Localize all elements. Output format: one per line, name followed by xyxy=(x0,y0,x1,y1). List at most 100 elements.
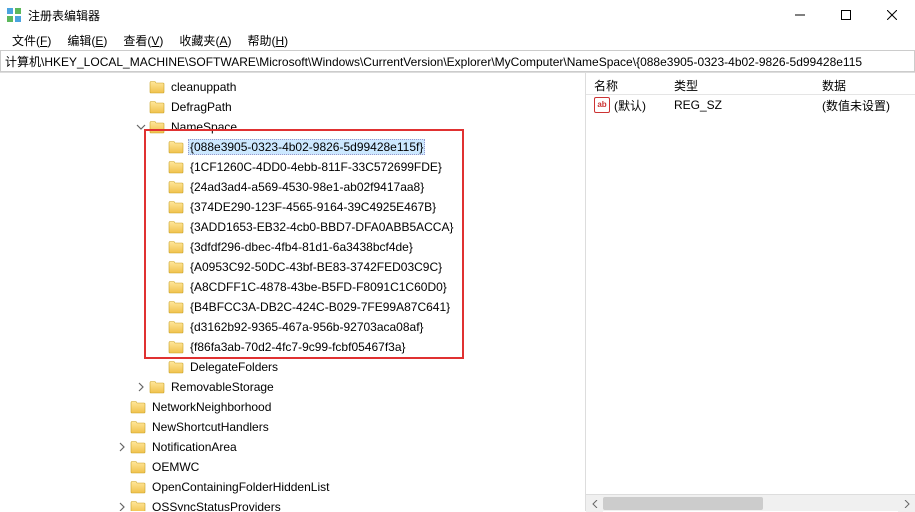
tree-item[interactable]: NewShortcutHandlers xyxy=(0,417,585,437)
tree-item-label: NetworkNeighborhood xyxy=(150,399,273,415)
tree-item-label: OpenContainingFolderHiddenList xyxy=(150,479,331,495)
menu-favorites[interactable]: 收藏夹(A) xyxy=(171,30,239,51)
tree-item[interactable]: {1CF1260C-4DD0-4ebb-811F-33C572699FDE} xyxy=(0,157,585,177)
tree-item-label: {3ADD1653-EB32-4cb0-BBD7-DFA0ABB5ACCA} xyxy=(188,219,455,235)
tree-item[interactable]: OEMWC xyxy=(0,457,585,477)
value-row[interactable]: ab(默认) REG_SZ (数值未设置) xyxy=(586,95,915,115)
values-list[interactable]: ab(默认) REG_SZ (数值未设置) xyxy=(586,95,915,494)
tree-item-label: RemovableStorage xyxy=(169,379,276,395)
folder-icon xyxy=(130,400,146,414)
tree-item-label: {374DE290-123F-4565-9164-39C4925E467B} xyxy=(188,199,438,215)
folder-icon xyxy=(168,140,184,154)
tree-item-label: {f86fa3ab-70d2-4fc7-9c99-fcbf05467f3a} xyxy=(188,339,408,355)
folder-icon xyxy=(168,260,184,274)
scroll-thumb[interactable] xyxy=(603,497,763,510)
maximize-button[interactable] xyxy=(823,0,869,30)
expand-icon[interactable] xyxy=(133,379,149,395)
tree-item-label: NewShortcutHandlers xyxy=(150,419,271,435)
tree-item[interactable]: {088e3905-0323-4b02-9826-5d99428e115f} xyxy=(0,137,585,157)
col-header-name[interactable]: 名称 xyxy=(586,73,666,94)
string-value-icon: ab xyxy=(594,97,610,113)
title-bar: 注册表编辑器 xyxy=(0,0,915,30)
folder-icon xyxy=(130,500,146,511)
tree-item-label: {B4BFCC3A-DB2C-424C-B029-7FE99A87C641} xyxy=(188,299,452,315)
folder-icon xyxy=(168,360,184,374)
folder-icon xyxy=(168,200,184,214)
col-header-data[interactable]: 数据 xyxy=(814,73,915,94)
tree-item-label: {1CF1260C-4DD0-4ebb-811F-33C572699FDE} xyxy=(188,159,444,175)
tree-item[interactable]: {d3162b92-9365-467a-956b-92703aca08af} xyxy=(0,317,585,337)
tree-item-label: NotificationArea xyxy=(150,439,239,455)
tree-item-label: OEMWC xyxy=(150,459,201,475)
folder-icon xyxy=(149,120,165,134)
tree-item-label: NameSpace xyxy=(169,119,239,135)
folder-icon xyxy=(149,80,165,94)
tree-item[interactable]: {A8CDFF1C-4878-43be-B5FD-F8091C1C60D0} xyxy=(0,277,585,297)
scroll-left-button[interactable] xyxy=(586,495,603,512)
tree-item-label: {3dfdf296-dbec-4fb4-81d1-6a3438bcf4de} xyxy=(188,239,415,255)
value-data: (数值未设置) xyxy=(822,97,890,114)
col-header-type[interactable]: 类型 xyxy=(666,73,814,94)
scroll-right-button[interactable] xyxy=(898,495,915,512)
tree-item-label: {A8CDFF1C-4878-43be-B5FD-F8091C1C60D0} xyxy=(188,279,449,295)
tree-item-label: DelegateFolders xyxy=(188,359,280,375)
values-pane: 名称 类型 数据 ab(默认) REG_SZ (数值未设置) xyxy=(586,73,915,511)
tree-item-label: {24ad3ad4-a569-4530-98e1-ab02f9417aa8} xyxy=(188,179,426,195)
folder-icon xyxy=(168,160,184,174)
tree-item[interactable]: cleanuppath xyxy=(0,77,585,97)
folder-icon xyxy=(168,240,184,254)
tree-item[interactable]: {A0953C92-50DC-43bf-BE83-3742FED03C9C} xyxy=(0,257,585,277)
tree-item[interactable]: OpenContainingFolderHiddenList xyxy=(0,477,585,497)
expand-icon[interactable] xyxy=(114,499,130,511)
folder-icon xyxy=(130,460,146,474)
folder-icon xyxy=(168,180,184,194)
expand-icon[interactable] xyxy=(114,439,130,455)
value-type: REG_SZ xyxy=(674,98,722,112)
address-text: 计算机\HKEY_LOCAL_MACHINE\SOFTWARE\Microsof… xyxy=(5,53,862,70)
horizontal-scrollbar[interactable] xyxy=(586,494,915,511)
tree-item-label: {A0953C92-50DC-43bf-BE83-3742FED03C9C} xyxy=(188,259,444,275)
tree-item[interactable]: {f86fa3ab-70d2-4fc7-9c99-fcbf05467f3a} xyxy=(0,337,585,357)
folder-icon xyxy=(149,100,165,114)
menu-edit[interactable]: 编辑(E) xyxy=(59,30,115,51)
tree-item[interactable]: DelegateFolders xyxy=(0,357,585,377)
folder-icon xyxy=(168,320,184,334)
values-header: 名称 类型 数据 xyxy=(586,73,915,95)
folder-icon xyxy=(149,380,165,394)
tree-item[interactable]: NameSpace xyxy=(0,117,585,137)
window-title: 注册表编辑器 xyxy=(28,7,777,24)
folder-icon xyxy=(168,220,184,234)
value-name: (默认) xyxy=(614,97,646,114)
menu-file[interactable]: 文件(F) xyxy=(4,30,59,51)
tree-item[interactable]: {24ad3ad4-a569-4530-98e1-ab02f9417aa8} xyxy=(0,177,585,197)
tree-item-label: OSSyncStatusProviders xyxy=(150,499,283,511)
tree-item-label: {d3162b92-9365-467a-956b-92703aca08af} xyxy=(188,319,426,335)
folder-icon xyxy=(130,480,146,494)
collapse-icon[interactable] xyxy=(133,119,149,135)
folder-icon xyxy=(168,300,184,314)
folder-icon xyxy=(168,340,184,354)
tree-item[interactable]: {3dfdf296-dbec-4fb4-81d1-6a3438bcf4de} xyxy=(0,237,585,257)
regedit-app-icon xyxy=(6,7,22,23)
content-area: cleanuppath DefragPath NameSpace {088e3905-… xyxy=(0,72,915,511)
close-button[interactable] xyxy=(869,0,915,30)
address-bar[interactable]: 计算机\HKEY_LOCAL_MACHINE\SOFTWARE\Microsof… xyxy=(0,50,915,72)
tree-item[interactable]: DefragPath xyxy=(0,97,585,117)
tree-item[interactable]: {3ADD1653-EB32-4cb0-BBD7-DFA0ABB5ACCA} xyxy=(0,217,585,237)
menu-view[interactable]: 查看(V) xyxy=(115,30,171,51)
tree-item-label: {088e3905-0323-4b02-9826-5d99428e115f} xyxy=(188,139,425,155)
tree-pane[interactable]: cleanuppath DefragPath NameSpace {088e3905-… xyxy=(0,73,586,511)
tree-item[interactable]: {374DE290-123F-4565-9164-39C4925E467B} xyxy=(0,197,585,217)
tree-item[interactable]: OSSyncStatusProviders xyxy=(0,497,585,511)
menu-help[interactable]: 帮助(H) xyxy=(239,30,296,51)
folder-icon xyxy=(130,420,146,434)
tree-item-label: DefragPath xyxy=(169,99,234,115)
minimize-button[interactable] xyxy=(777,0,823,30)
tree-item-label: cleanuppath xyxy=(169,79,238,95)
tree-item[interactable]: {B4BFCC3A-DB2C-424C-B029-7FE99A87C641} xyxy=(0,297,585,317)
tree-item[interactable]: NotificationArea xyxy=(0,437,585,457)
menu-bar: 文件(F) 编辑(E) 查看(V) 收藏夹(A) 帮助(H) xyxy=(0,30,915,50)
tree-item[interactable]: NetworkNeighborhood xyxy=(0,397,585,417)
tree-item[interactable]: RemovableStorage xyxy=(0,377,585,397)
folder-icon xyxy=(130,440,146,454)
